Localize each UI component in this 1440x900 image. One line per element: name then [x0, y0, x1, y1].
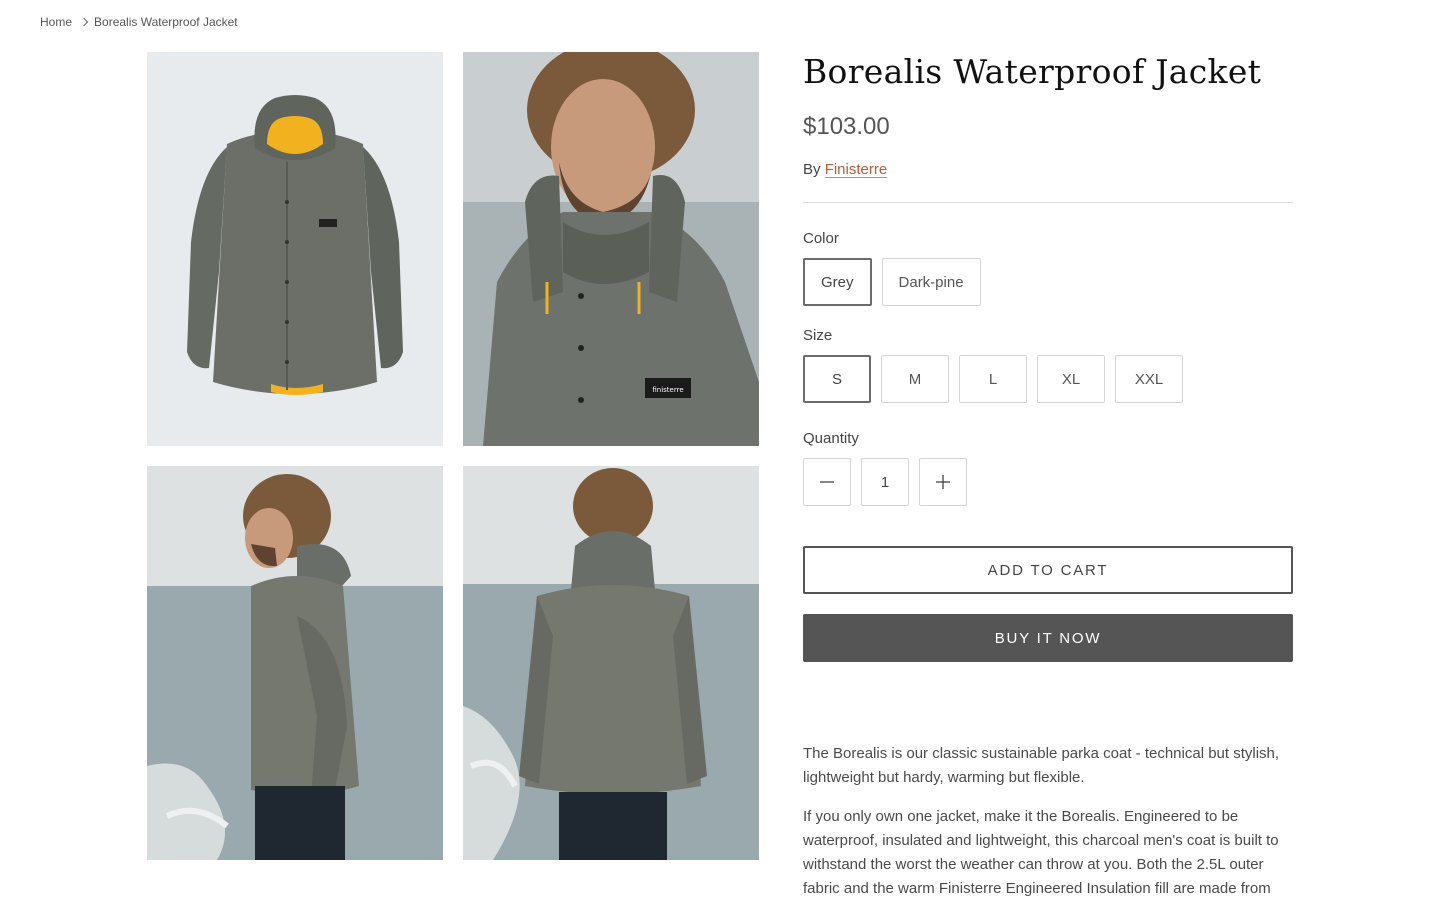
product-vendor: By Finisterre: [803, 160, 1293, 180]
product-description: The Borealis is our classic sustainable …: [803, 742, 1293, 900]
color-swatches: Grey Dark-pine: [803, 258, 1293, 306]
jacket-brand-label: finisterre: [652, 386, 683, 394]
buy-it-now-button[interactable]: BUY IT NOW: [803, 614, 1293, 662]
description-paragraph: The Borealis is our classic sustainable …: [803, 745, 1280, 786]
breadcrumb: Home Borealis Waterproof Jacket: [40, 15, 238, 29]
size-option-label: Size: [803, 327, 833, 344]
quantity-label: Quantity: [803, 430, 859, 447]
quantity-increase-button[interactable]: [919, 458, 967, 506]
quantity-decrease-button[interactable]: [803, 458, 851, 506]
size-swatch-s[interactable]: S: [803, 355, 871, 403]
breadcrumb-home-link[interactable]: Home: [40, 15, 72, 29]
product-info: Borealis Waterproof Jacket $103.00 By Fi…: [803, 52, 1293, 900]
size-swatch-xl[interactable]: XL: [1037, 355, 1105, 403]
model-back-image[interactable]: [463, 466, 759, 860]
breadcrumb-current: Borealis Waterproof Jacket: [94, 15, 238, 29]
model-back-illustration: [463, 466, 759, 860]
quantity-stepper: 1: [803, 458, 1293, 506]
model-closeup-illustration: finisterre: [463, 52, 759, 446]
jacket-front-illustration: [147, 52, 443, 446]
product-gallery: finisterre: [147, 52, 759, 860]
size-swatches: S M L XL XXL: [803, 355, 1293, 403]
vendor-prefix: By: [803, 161, 821, 178]
quantity-input[interactable]: 1: [861, 458, 909, 506]
color-option-label: Color: [803, 230, 839, 247]
size-swatch-xxl[interactable]: XXL: [1115, 355, 1183, 403]
color-swatch-grey[interactable]: Grey: [803, 258, 872, 306]
plus-icon: [936, 475, 950, 489]
product-price: $103.00: [803, 113, 890, 140]
vendor-link[interactable]: Finisterre: [825, 161, 888, 178]
add-to-cart-button[interactable]: ADD TO CART: [803, 546, 1293, 594]
size-swatch-l[interactable]: L: [959, 355, 1027, 403]
product-front-image[interactable]: [147, 52, 443, 446]
model-closeup-image[interactable]: finisterre: [463, 52, 759, 446]
product-title: Borealis Waterproof Jacket: [803, 52, 1262, 91]
minus-icon: [820, 481, 834, 483]
divider: [803, 202, 1293, 203]
model-side-illustration: [147, 466, 443, 860]
model-side-image[interactable]: [147, 466, 443, 860]
description-paragraph: If you only own one jacket, make it the …: [803, 808, 1279, 897]
chevron-right-icon: [79, 17, 89, 27]
size-swatch-m[interactable]: M: [881, 355, 949, 403]
color-swatch-dark-pine[interactable]: Dark-pine: [881, 258, 981, 306]
